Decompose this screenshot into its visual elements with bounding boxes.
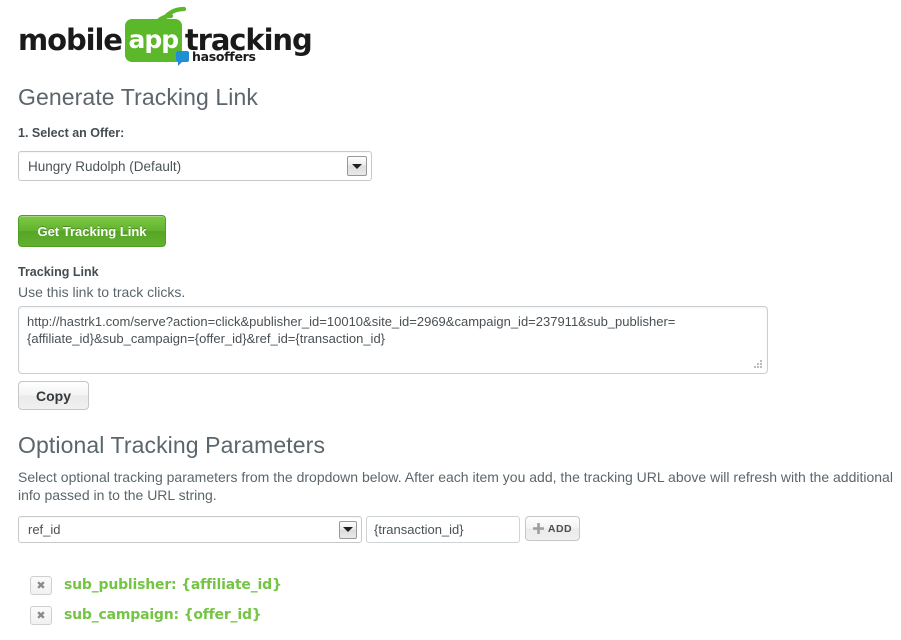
list-item: ✖ sub_campaign: {offer_id} [30,600,530,630]
page-root: mobile app tracking hasoffers Generate T… [0,0,901,640]
hasoffers-label: hasoffers [192,49,256,64]
caret-shape [343,527,353,532]
parameter-value-input[interactable] [366,516,520,543]
logo-wordmark: mobile app tracking [18,18,313,62]
logo-word-mobile: mobile [18,22,123,57]
list-item: ✖ sub_publisher: {affiliate_id} [30,570,530,600]
select-offer-label: 1. Select an Offer: [18,126,125,140]
copy-button[interactable]: Copy [18,381,89,410]
add-parameter-button[interactable]: ADD [525,516,580,541]
logo-word-app: app [128,24,180,54]
site-logo: mobile app tracking hasoffers [18,4,313,66]
speech-bubble-icon [176,51,189,66]
parameter-select[interactable]: ref_id [18,516,362,543]
offer-select[interactable]: Hungry Rudolph (Default) [18,151,372,181]
parameter-label[interactable]: sub_publisher: {affiliate_id} [64,577,282,593]
logo-app-box: app [124,18,182,62]
remove-parameter-button[interactable]: ✖ [30,605,52,625]
tracking-link-label: Tracking Link [18,265,99,279]
parameter-select-value: ref_id [28,522,61,537]
page-title-optional-parameters: Optional Tracking Parameters [18,432,326,458]
tracking-link-textarea[interactable] [18,306,768,374]
remove-parameter-button[interactable]: ✖ [30,575,52,595]
add-button-label: ADD [547,522,573,535]
hasoffers-brand: hasoffers [176,49,256,66]
caret-shape [352,163,362,169]
page-title-generate-tracking-link: Generate Tracking Link [18,84,258,110]
chevron-down-icon[interactable] [347,156,367,176]
added-parameters-list: ✖ sub_publisher: {affiliate_id} ✖ sub_ca… [30,570,530,630]
optional-parameters-help-text: Select optional tracking parameters from… [18,469,893,503]
parameter-label[interactable]: sub_campaign: {offer_id} [64,607,262,623]
chevron-down-icon[interactable] [339,520,357,539]
offer-select-value: Hungry Rudolph (Default) [28,158,182,174]
get-tracking-link-button[interactable]: Get Tracking Link [18,215,166,247]
plus-icon [532,523,544,534]
tracking-link-help-text: Use this link to track clicks. [18,284,186,300]
